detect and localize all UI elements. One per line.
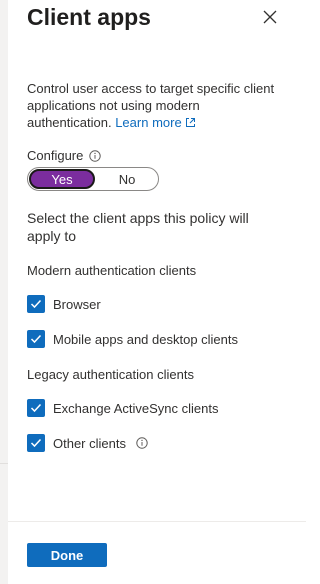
learn-more-label: Learn more xyxy=(115,115,182,130)
info-icon[interactable] xyxy=(136,437,148,449)
checkbox-box[interactable] xyxy=(27,330,45,348)
checkbox-label: Other clients xyxy=(53,435,126,451)
learn-more-link[interactable]: Learn more xyxy=(115,115,195,130)
toggle-option-yes[interactable]: Yes xyxy=(29,169,95,189)
lead-text: Select the client apps this policy will … xyxy=(27,210,249,244)
legacy-auth-heading: Legacy authentication clients xyxy=(27,367,194,382)
checkbox-label: Mobile apps and desktop clients xyxy=(53,331,239,347)
checkbox-mobile-desktop[interactable]: Mobile apps and desktop clients xyxy=(27,330,238,348)
close-button[interactable] xyxy=(261,8,279,26)
toggle-option-no[interactable]: No xyxy=(96,168,158,190)
external-link-icon xyxy=(185,118,195,127)
info-icon[interactable] xyxy=(89,149,102,162)
modern-auth-heading: Modern authentication clients xyxy=(27,263,197,278)
checkbox-box[interactable] xyxy=(27,434,45,452)
checkbox-box[interactable] xyxy=(27,295,45,313)
checkbox-label: Exchange ActiveSync clients xyxy=(53,400,219,416)
checkbox-other-clients[interactable]: Other clients xyxy=(27,434,148,452)
checkbox-box[interactable] xyxy=(27,399,45,417)
configure-toggle[interactable]: Yes No xyxy=(27,167,159,191)
footer-divider xyxy=(8,521,306,522)
client-apps-panel: Client apps Control user access to targe… xyxy=(8,0,306,584)
close-icon xyxy=(263,10,277,24)
checkbox-browser[interactable]: Browser xyxy=(27,295,101,313)
configure-label: Configure xyxy=(27,148,84,163)
checkbox-label: Browser xyxy=(53,296,101,312)
checkmark-icon xyxy=(30,334,42,344)
done-button[interactable]: Done xyxy=(27,543,107,567)
checkmark-icon xyxy=(30,403,42,413)
background-divider xyxy=(0,463,8,464)
background-strip xyxy=(0,0,8,584)
checkbox-exchange-activesync[interactable]: Exchange ActiveSync clients xyxy=(27,399,218,417)
checkmark-icon xyxy=(30,438,42,448)
configure-row: Configure xyxy=(27,148,102,163)
panel-title: Client apps xyxy=(27,4,151,30)
panel-description: Control user access to target specific c… xyxy=(27,80,287,131)
checkmark-icon xyxy=(30,299,42,309)
